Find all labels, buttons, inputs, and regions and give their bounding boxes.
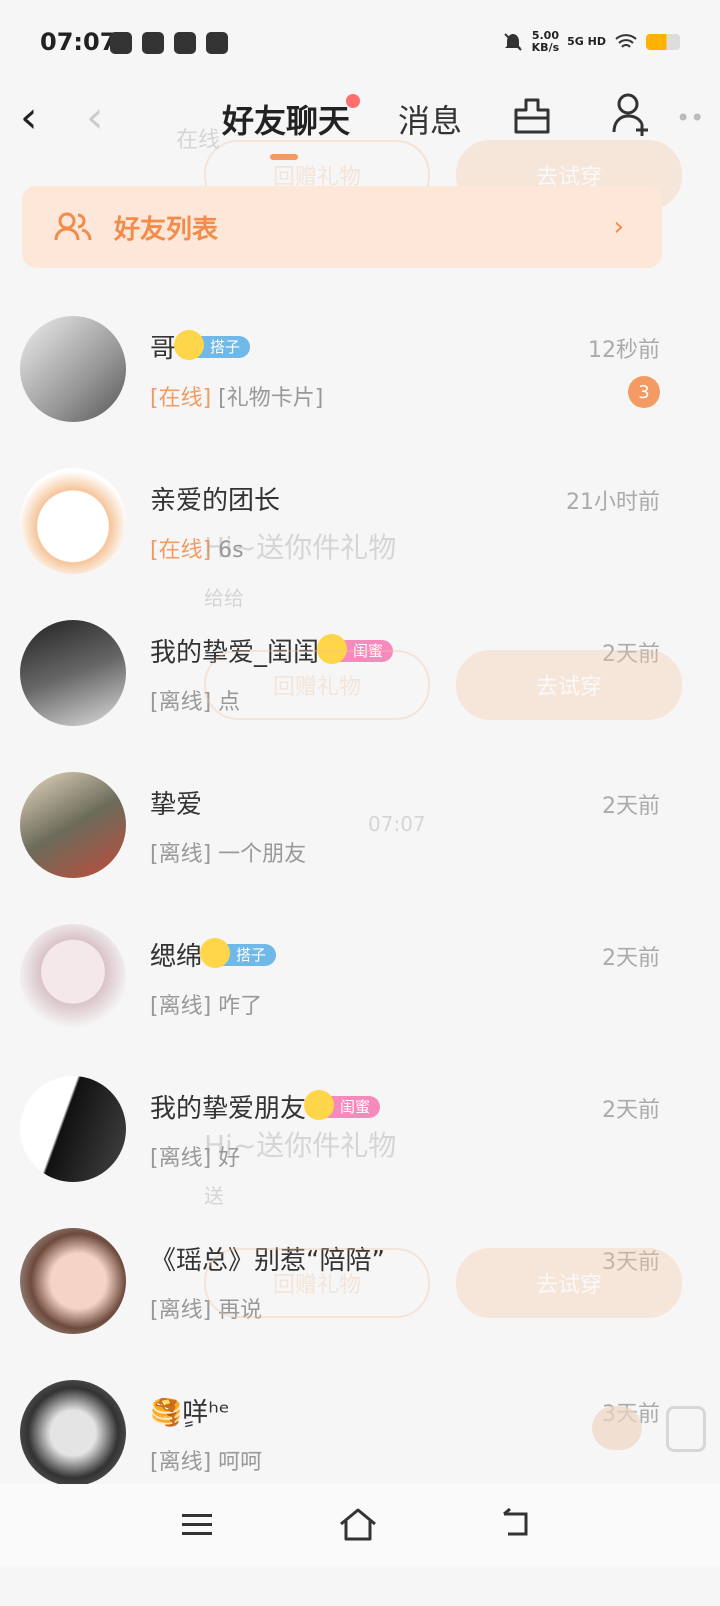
- net-speed: 5.00 KB/s: [531, 29, 560, 54]
- friend-name: 🥞ٍ咩ʰᵉ: [150, 1398, 230, 1428]
- last-message-time: 12秒前: [588, 338, 660, 363]
- friend-name: 哥 搭子: [150, 328, 251, 365]
- ghost-try-on-button: 去试穿: [456, 650, 682, 720]
- clean-basket-icon[interactable]: [512, 96, 552, 136]
- avatar[interactable]: [20, 924, 126, 1030]
- tiktok-icon: [110, 32, 132, 54]
- friend-name: 我的挚爱朋友 闺蜜: [150, 1088, 381, 1125]
- relationship-badge: 搭子: [200, 937, 277, 968]
- tab-indicator: [270, 154, 298, 160]
- friend-list-title: 好友列表: [114, 214, 219, 245]
- chevron-right-icon: ›: [613, 212, 624, 242]
- status-bar: 07:07 5.00 KB/s 5G HD: [0, 0, 720, 84]
- message-preview: [离线] 咋了: [150, 994, 263, 1019]
- ghost-time: 07:07: [368, 812, 426, 836]
- last-message-time: 2天前: [602, 946, 660, 971]
- relationship-badge: 闺蜜: [304, 1089, 381, 1120]
- tab-friend-chat[interactable]: 好友聊天: [222, 96, 350, 142]
- friend-name: 亲爱的团长: [150, 486, 281, 516]
- avatar[interactable]: [20, 620, 126, 726]
- notification-icons: [110, 32, 228, 54]
- top-nav: ‹ ‹ 好友聊天 消息 ••: [0, 84, 720, 164]
- mute-bell-icon: [503, 33, 522, 51]
- system-nav-bar: [0, 1484, 720, 1566]
- friend-name: 挚爱: [150, 790, 203, 820]
- add-friend-icon[interactable]: [610, 92, 654, 136]
- message-preview: [离线] 呵呵: [150, 1450, 263, 1475]
- secondary-back-icon: ‹: [86, 92, 104, 143]
- video-icon: [142, 32, 164, 54]
- system-indicators: 5.00 KB/s 5G HD: [502, 30, 680, 54]
- last-message-time: 21小时前: [566, 490, 660, 515]
- back-icon[interactable]: ‹: [20, 92, 38, 143]
- friend-row[interactable]: 缌绵 搭子 2天前 [离线] 咋了: [0, 906, 720, 1058]
- friends-icon: [54, 212, 92, 241]
- image-icon[interactable]: [666, 1406, 706, 1452]
- ghost-try-on-button: 去试穿: [456, 1248, 682, 1318]
- message-preview: [在线] [礼物卡片]: [150, 386, 324, 411]
- avatar[interactable]: [20, 316, 126, 422]
- last-message-time: 2天前: [602, 794, 660, 819]
- unread-badge: 3: [628, 376, 660, 408]
- back-nav-icon[interactable]: [500, 1508, 532, 1538]
- friend-row[interactable]: 挚爱 2天前 [离线] 一个朋友: [0, 754, 720, 906]
- last-message-time: 2天前: [602, 1098, 660, 1123]
- app-icon: [206, 32, 228, 54]
- mail-icon: [174, 32, 196, 54]
- avatar[interactable]: [20, 1076, 126, 1182]
- network-type: 5G HD: [567, 35, 606, 48]
- message-preview: [离线] 一个朋友: [150, 842, 307, 867]
- ghost-return-gift-button: 回赠礼物: [204, 1248, 430, 1318]
- menu-icon[interactable]: [182, 1512, 212, 1538]
- notification-dot: [346, 94, 360, 108]
- tab-messages[interactable]: 消息: [398, 96, 462, 142]
- battery-icon: [646, 34, 680, 50]
- friend-name: 缌绵 搭子: [150, 936, 277, 973]
- avatar[interactable]: [20, 468, 126, 574]
- home-icon[interactable]: [338, 1506, 378, 1542]
- friend-row[interactable]: 哥 搭子 12秒前 [在线] [礼物卡片] 3: [0, 298, 720, 450]
- avatar[interactable]: [20, 1228, 126, 1334]
- friend-list-banner[interactable]: 好友列表 ›: [22, 186, 662, 268]
- relationship-badge: 搭子: [174, 329, 251, 360]
- more-icon[interactable]: ••: [676, 104, 704, 132]
- avatar[interactable]: [20, 772, 126, 878]
- ghost-send-text: 送: [204, 1184, 224, 1208]
- mascot-icon[interactable]: [592, 1406, 642, 1450]
- ghost-gift-text: Hi~送你件礼物: [204, 1129, 397, 1162]
- ghost-give-text: 给给: [204, 586, 244, 610]
- ghost-gift-text: Hi~送你件礼物: [204, 531, 397, 564]
- status-time: 07:07: [40, 28, 117, 56]
- avatar[interactable]: [20, 1380, 126, 1486]
- ghost-return-gift-button: 回赠礼物: [204, 650, 430, 720]
- wifi-icon: [615, 34, 637, 48]
